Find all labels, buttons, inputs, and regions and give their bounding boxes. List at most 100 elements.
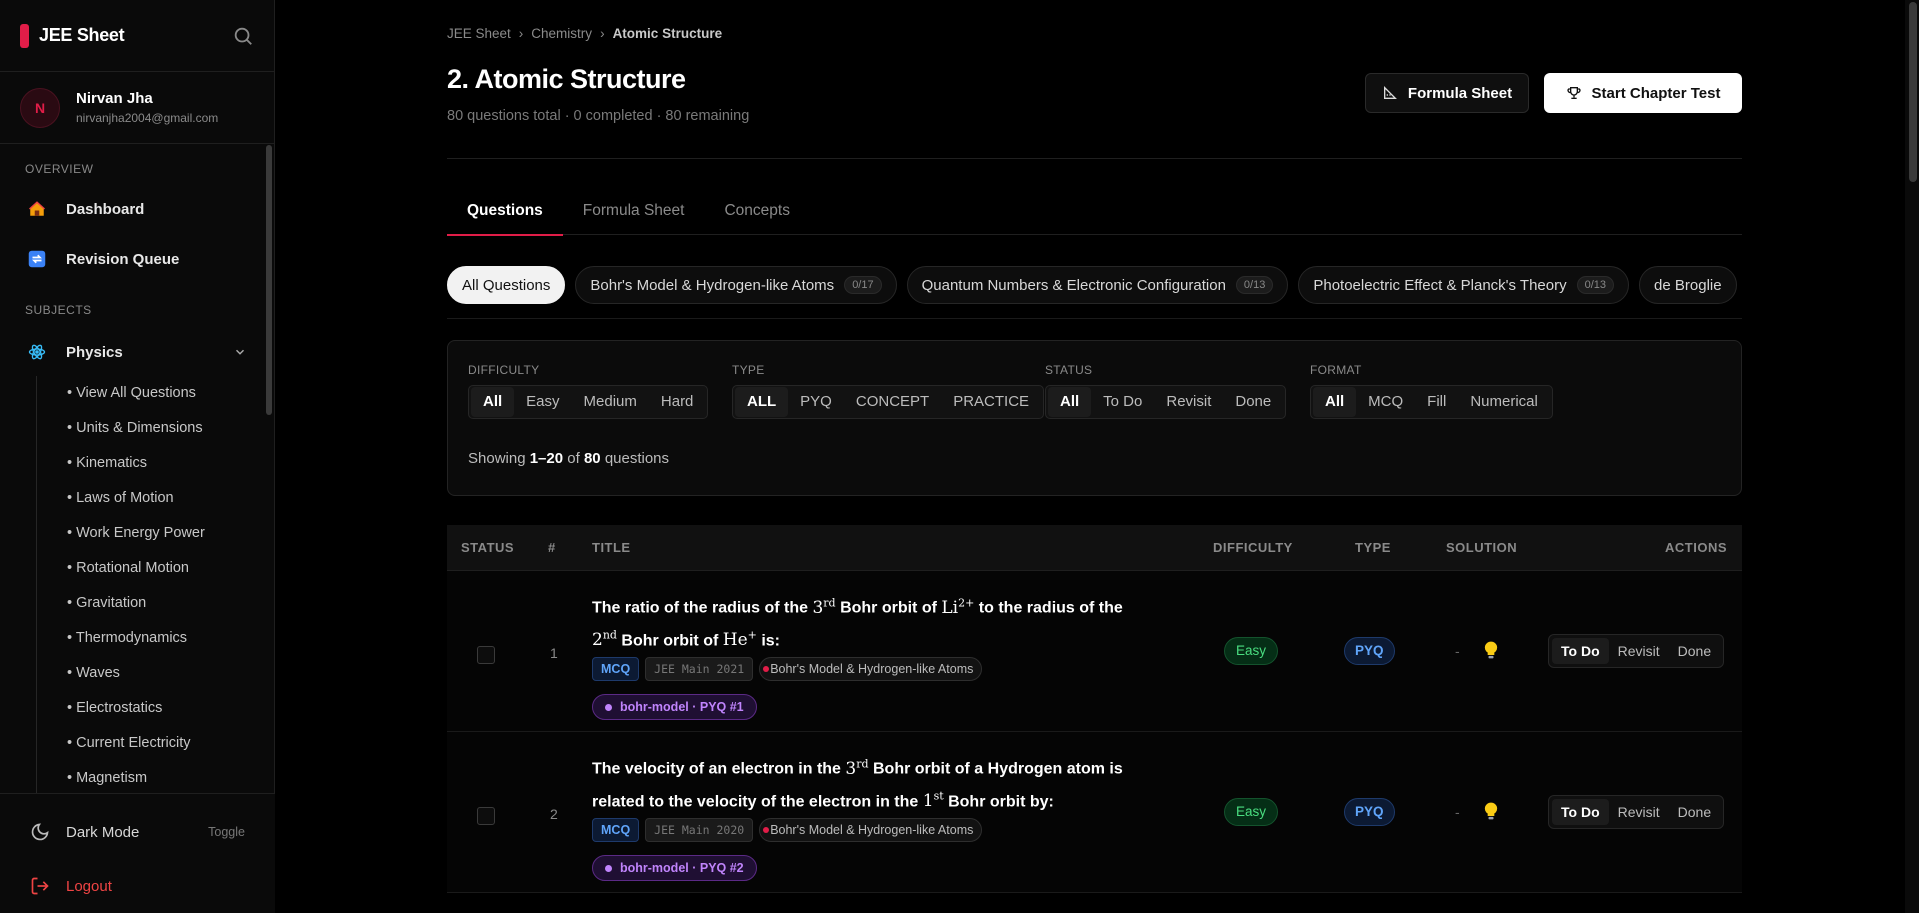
sidebar-subitem[interactable]: • Units & Dimensions	[37, 411, 275, 446]
sidebar-subitem[interactable]: • Rotational Motion	[37, 551, 275, 586]
sidebar-item-physics[interactable]: Physics	[0, 332, 275, 372]
logout-button[interactable]: Logout	[0, 859, 275, 913]
dark-mode-toggle[interactable]: Dark Mode Toggle	[0, 805, 275, 859]
status-checkbox[interactable]	[477, 807, 495, 825]
tab-concepts[interactable]: Concepts	[704, 192, 809, 235]
status-actions: To Do Revisit Done	[1548, 634, 1725, 668]
questions-table: STATUS # TITLE DIFFICULTY TYPE SOLUTION …	[447, 525, 1742, 893]
chip-topic[interactable]: de Broglie	[1639, 266, 1737, 304]
table-row[interactable]: 2 The velocity of an electron in the 3rd…	[447, 732, 1742, 893]
filter-option[interactable]: All	[471, 387, 515, 417]
difficulty-badge: Easy	[1224, 798, 1279, 826]
status-actions: To Do Revisit Done	[1548, 795, 1725, 829]
lightbulb-icon[interactable]	[1481, 639, 1501, 661]
tab-questions[interactable]: Questions	[447, 192, 563, 236]
start-chapter-test-button[interactable]: Start Chapter Test	[1544, 73, 1742, 113]
tab-formula-sheet[interactable]: Formula Sheet	[563, 192, 705, 235]
done-button[interactable]: Done	[1669, 799, 1720, 825]
filter-option[interactable]: All	[1048, 387, 1092, 417]
filter-option[interactable]: Fill	[1415, 387, 1458, 417]
chip-topic[interactable]: Quantum Numbers & Electronic Configurati…	[906, 266, 1289, 304]
filter-option[interactable]: MCQ	[1356, 387, 1415, 417]
filter-option[interactable]: PRACTICE	[941, 387, 1041, 417]
pyq-tag[interactable]: bohr-model · PYQ #2	[592, 855, 757, 881]
sidebar-item-label: Revision Queue	[66, 250, 180, 268]
done-button[interactable]: Done	[1669, 638, 1720, 664]
filter-option[interactable]: Numerical	[1458, 387, 1550, 417]
search-icon[interactable]	[232, 25, 254, 47]
filter-option[interactable]: Hard	[649, 387, 706, 417]
question-tags: MCQ JEE Main 2021 Bohr's Model & Hydrogen-…	[592, 657, 983, 681]
table-header: STATUS # TITLE DIFFICULTY TYPE SOLUTION …	[447, 525, 1742, 571]
solution-value: -	[1455, 643, 1460, 659]
todo-button[interactable]: To Do	[1552, 799, 1609, 825]
ruler-triangle-icon	[1383, 86, 1397, 99]
sidebar-subitem[interactable]: • Waves	[37, 656, 275, 691]
sidebar-subitem[interactable]: • Kinematics	[37, 446, 275, 481]
math-text: Li	[941, 597, 959, 618]
filter-option[interactable]: ALL	[735, 387, 789, 417]
status-checkbox[interactable]	[477, 646, 495, 664]
filter-option[interactable]: Revisit	[1154, 387, 1223, 417]
atom-icon	[28, 343, 46, 361]
sidebar-subitem[interactable]: • Electrostatics	[37, 691, 275, 726]
page-scrollbar[interactable]	[1905, 0, 1919, 913]
lightbulb-icon[interactable]	[1481, 800, 1501, 822]
filter-option[interactable]: Easy	[514, 387, 571, 417]
sidebar-subitem[interactable]: • View All Questions	[37, 376, 275, 411]
sidebar-subitem[interactable]: • Laws of Motion	[37, 481, 275, 516]
filter-option[interactable]: Medium	[572, 387, 649, 417]
chip-label: Quantum Numbers & Electronic Configurati…	[921, 276, 1226, 294]
breadcrumb-item[interactable]: Chemistry	[531, 26, 592, 41]
results-total: 80	[583, 450, 601, 467]
chip-topic[interactable]: Bohr's Model & Hydrogen-like Atoms 0/17	[575, 266, 897, 304]
results-range: 1–20	[529, 450, 564, 467]
revisit-button[interactable]: Revisit	[1609, 799, 1669, 825]
avatar[interactable]: N	[20, 87, 60, 128]
formula-sheet-button[interactable]: Formula Sheet	[1365, 73, 1529, 113]
difficulty-segmented: All Easy Medium Hard	[468, 385, 709, 419]
table-row[interactable]: 1 The ratio of the radius of the 3rd Boh…	[447, 571, 1742, 732]
user-email: nirvanjha2004@gmail.com	[76, 111, 219, 125]
filter-option[interactable]: PYQ	[788, 387, 844, 417]
dark-mode-label: Dark Mode	[66, 823, 140, 841]
todo-button[interactable]: To Do	[1552, 638, 1609, 664]
pyq-tag[interactable]: bohr-model · PYQ #1	[592, 694, 757, 720]
chevron-down-icon[interactable]	[233, 345, 247, 359]
chip-all-questions[interactable]: All Questions	[447, 266, 566, 304]
sidebar-subitem[interactable]: • Work Energy Power	[37, 516, 275, 551]
user-profile[interactable]: N Nirvan Jha nirvanjha2004@gmail.com	[0, 72, 274, 144]
sidebar-scrollbar[interactable]	[266, 145, 272, 415]
filter-option[interactable]: To Do	[1091, 387, 1154, 417]
question-number: 2	[550, 806, 558, 822]
sidebar-subitem[interactable]: • Current Electricity	[37, 726, 275, 761]
filter-label: FORMAT	[1310, 363, 1362, 377]
question-tags: MCQ JEE Main 2020 Bohr's Model & Hydrogen-…	[592, 818, 983, 842]
brand-name[interactable]: JEE Sheet	[39, 25, 125, 46]
sidebar-subitem[interactable]: • Gravitation	[37, 586, 275, 621]
filter-option[interactable]: CONCEPT	[844, 387, 941, 417]
revisit-button[interactable]: Revisit	[1609, 638, 1669, 664]
column-header-number: #	[548, 540, 556, 555]
title-text: Bohr orbit of	[840, 599, 937, 617]
sidebar-subitem[interactable]: • Magnetism	[37, 761, 275, 793]
repeat-icon	[28, 250, 46, 268]
exam-badge: JEE Main 2021	[645, 657, 754, 681]
page-scrollbar-thumb[interactable]	[1909, 2, 1917, 182]
sidebar-item-label: Physics	[66, 343, 123, 361]
trophy-icon	[1567, 87, 1581, 99]
filter-option[interactable]: Done	[1223, 387, 1283, 417]
question-title[interactable]: The velocity of an electron in the 3rd B…	[592, 750, 1132, 815]
sidebar-item-dashboard[interactable]: Dashboard	[0, 189, 275, 229]
breadcrumb-item[interactable]: JEE Sheet	[447, 26, 511, 41]
question-title[interactable]: The ratio of the radius of the 3rd Bohr …	[592, 589, 1132, 654]
math-superscript: rd	[856, 757, 869, 770]
divider	[447, 158, 1742, 159]
chip-label: Bohr's Model & Hydrogen-like Atoms	[590, 276, 835, 294]
sidebar-item-revision-queue[interactable]: Revision Queue	[0, 239, 275, 279]
sidebar-subitem[interactable]: • Thermodynamics	[37, 621, 275, 656]
toggle-label: Toggle	[208, 825, 245, 839]
content-tabs: Questions Formula Sheet Concepts	[447, 192, 1742, 236]
chip-topic[interactable]: Photoelectric Effect & Planck's Theory 0/…	[1298, 266, 1630, 304]
filter-option[interactable]: All	[1313, 387, 1357, 417]
